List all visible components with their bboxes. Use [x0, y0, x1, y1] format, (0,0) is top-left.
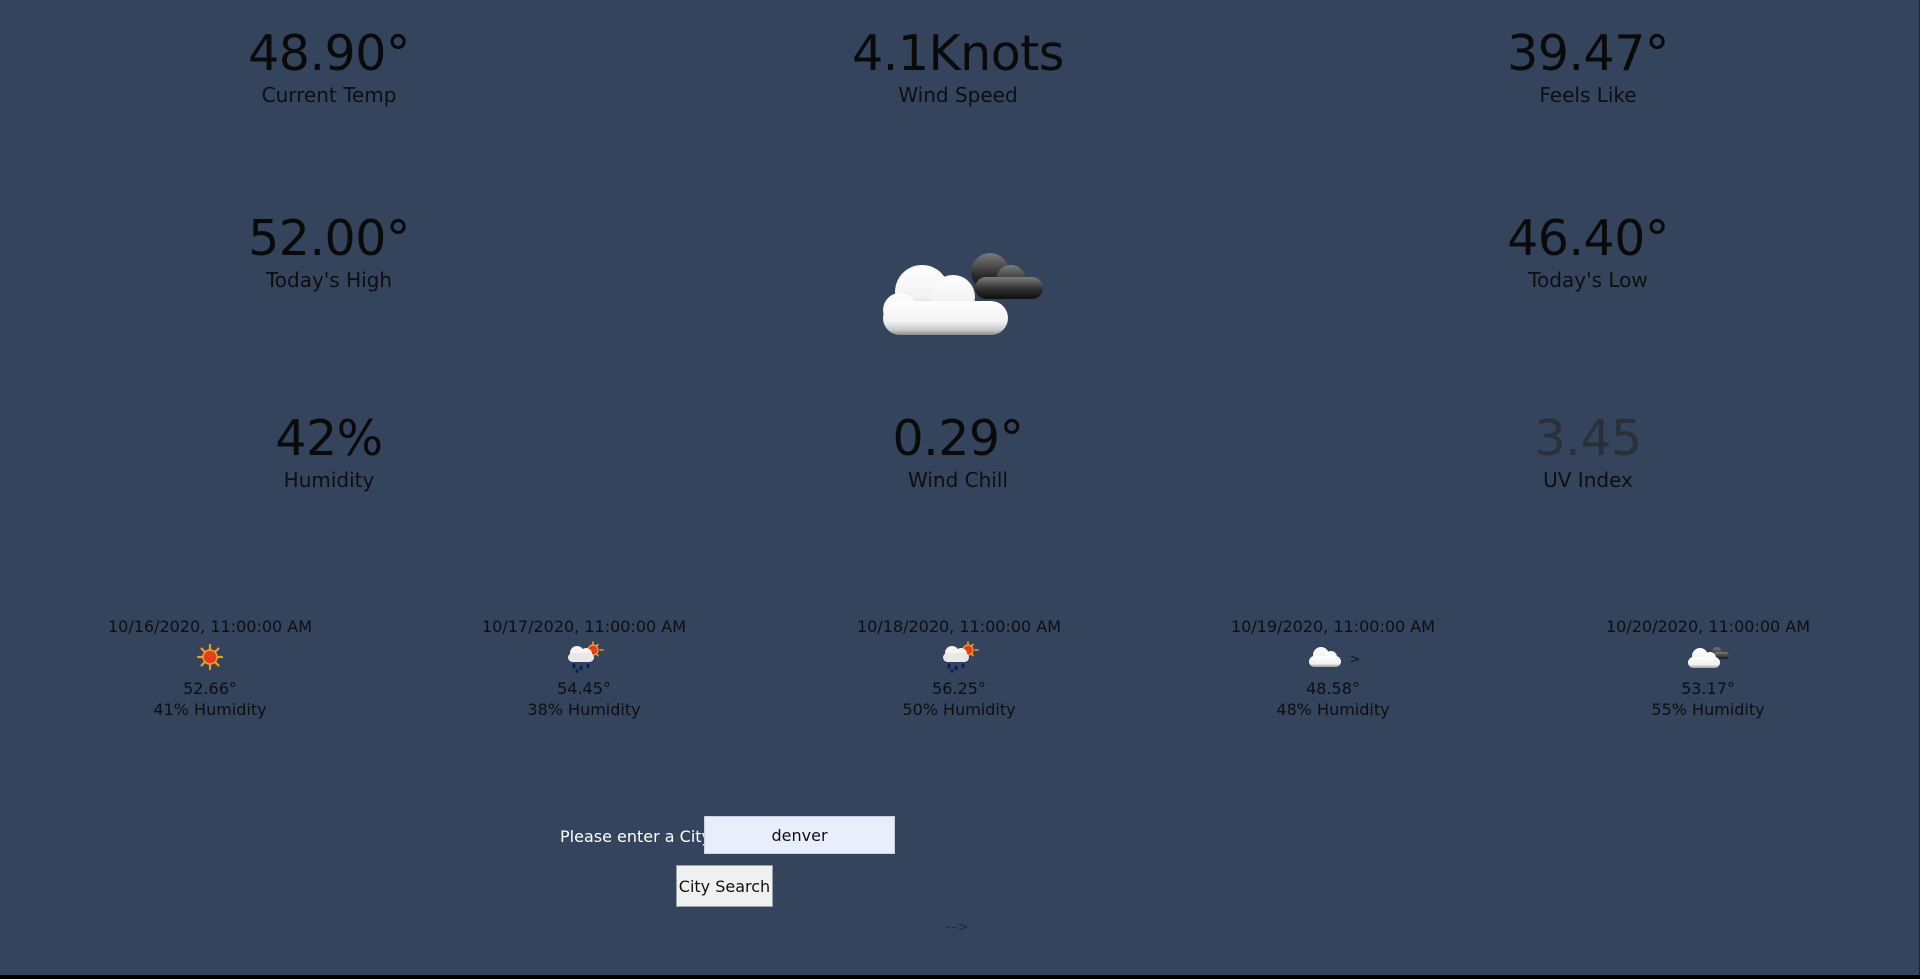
todays-high-label: Today's High — [265, 268, 393, 292]
forecast-day: 10/20/2020, 11:00:00 AM 53.17° 55% Humid… — [1558, 617, 1858, 721]
forecast-date: 10/20/2020, 11:00:00 AM — [1605, 617, 1811, 636]
cloud-icon — [1306, 645, 1344, 673]
wind-speed-label: Wind Speed — [898, 83, 1018, 107]
todays-high-stat: 52.00° Today's High — [129, 211, 529, 293]
forecast-temp: 56.25° — [932, 679, 986, 698]
forecast-day: 10/17/2020, 11:00:00 AM 54.45° 38% Humid… — [434, 617, 734, 721]
forecast-humidity: 41% Humidity — [153, 700, 267, 719]
uv-index-stat: 3.45 UV Index — [1388, 411, 1788, 493]
todays-low-label: Today's Low — [1528, 268, 1648, 292]
footer-comment-text: --> — [946, 920, 970, 935]
sun-icon — [196, 643, 224, 675]
sun-rain-cloud-icon — [564, 641, 604, 677]
todays-low-stat: 46.40° Today's Low — [1388, 211, 1788, 293]
forecast-temp: 52.66° — [183, 679, 237, 698]
humidity-stat: 42% Humidity — [129, 411, 529, 493]
city-search-input[interactable] — [704, 816, 895, 854]
wind-chill-stat: 0.29° Wind Chill — [758, 411, 1158, 493]
humidity-label: Humidity — [283, 468, 375, 492]
humidity-value: 42% — [275, 410, 383, 467]
partly-cloudy-night-icon — [875, 245, 1050, 345]
wind-chill-value: 0.29° — [892, 410, 1024, 467]
city-search-button[interactable]: City Search — [676, 865, 773, 907]
current-temp-label: Current Temp — [261, 83, 397, 107]
wind-speed-value: 4.1Knots — [852, 25, 1064, 82]
forecast-humidity: 48% Humidity — [1276, 700, 1390, 719]
todays-low-value: 46.40° — [1507, 210, 1669, 267]
forecast-temp: 53.17° — [1681, 679, 1735, 698]
forecast-icon-alt-text: > — [1349, 652, 1361, 666]
feels-like-stat: 39.47° Feels Like — [1388, 26, 1788, 108]
uv-index-value: 3.45 — [1534, 410, 1642, 467]
forecast-day: 10/18/2020, 11:00:00 AM 56.25° 50% Humid… — [809, 617, 1109, 721]
forecast-humidity: 55% Humidity — [1651, 700, 1765, 719]
forecast-date: 10/16/2020, 11:00:00 AM — [107, 617, 313, 636]
forecast-day: 10/19/2020, 11:00:00 AM > 48.58° 48% Hum… — [1183, 617, 1483, 721]
forecast-date: 10/18/2020, 11:00:00 AM — [856, 617, 1062, 636]
weather-page: 48.90° Current Temp 4.1Knots Wind Speed … — [0, 0, 1920, 975]
cloud-night-icon — [1686, 644, 1730, 674]
forecast-date: 10/19/2020, 11:00:00 AM — [1230, 617, 1436, 636]
feels-like-value: 39.47° — [1507, 25, 1669, 82]
city-search-label: Please enter a City — [560, 827, 712, 846]
forecast-temp: 54.45° — [557, 679, 611, 698]
forecast-temp: 48.58° — [1306, 679, 1360, 698]
forecast-humidity: 38% Humidity — [527, 700, 641, 719]
todays-high-value: 52.00° — [248, 210, 410, 267]
current-temp-stat: 48.90° Current Temp — [129, 26, 529, 108]
bottom-edge — [0, 975, 1920, 979]
sun-rain-cloud-icon — [939, 641, 979, 677]
current-temp-value: 48.90° — [248, 25, 410, 82]
feels-like-label: Feels Like — [1539, 83, 1637, 107]
forecast-day: 10/16/2020, 11:00:00 AM 52.66° 41% Humid… — [60, 617, 360, 721]
forecast-humidity: 50% Humidity — [902, 700, 1016, 719]
wind-speed-stat: 4.1Knots Wind Speed — [758, 26, 1158, 108]
uv-index-label: UV Index — [1543, 468, 1633, 492]
wind-chill-label: Wind Chill — [908, 468, 1008, 492]
forecast-date: 10/17/2020, 11:00:00 AM — [481, 617, 687, 636]
